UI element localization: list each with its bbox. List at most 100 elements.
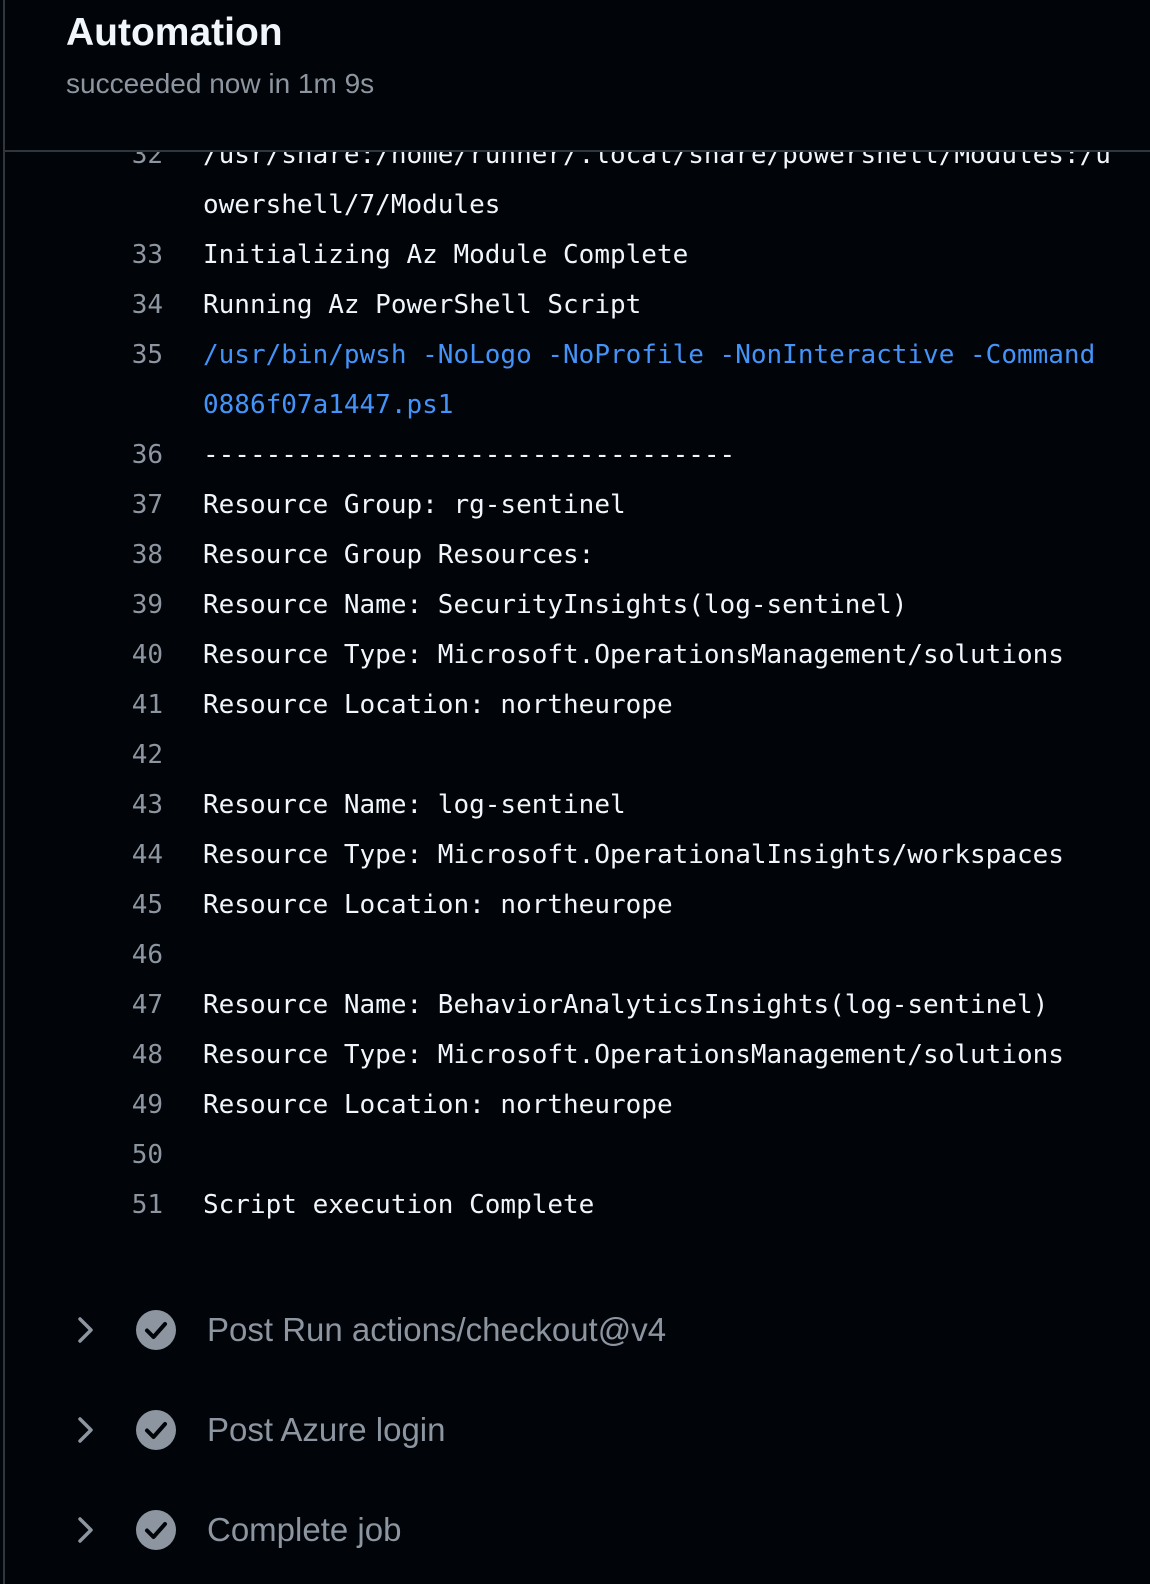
log-text-segment: Initializing Az Module Complete xyxy=(203,240,689,270)
log-text: Running Az PowerShell Script xyxy=(203,280,1148,330)
job-header: Automation succeeded now in 1m 9s xyxy=(5,0,1150,152)
log-text-segment: Resource Type: Microsoft.OperationsManag… xyxy=(203,640,1064,670)
log-command-text: /usr/bin/pwsh -NoLogo -NoProfile -NonInt… xyxy=(203,330,1148,430)
log-text-segment: Resource Name: SecurityInsights(log-sent… xyxy=(203,590,908,620)
log-line: 48 Resource Type: Microsoft.OperationsMan… xyxy=(5,1030,1150,1080)
log-text-segment xyxy=(203,930,1148,980)
log-text-segment: Resource Location: northeurope xyxy=(203,890,673,920)
line-number[interactable]: 51 xyxy=(5,1180,163,1230)
chevron-right-icon[interactable] xyxy=(71,1415,101,1445)
log-text xyxy=(203,930,1148,980)
log-line: 40 Resource Type: Microsoft.OperationsMan… xyxy=(5,630,1150,680)
log-text-segment xyxy=(203,1130,1148,1180)
line-number[interactable]: 46 xyxy=(5,930,163,980)
log-text: Initializing Az Module Complete xyxy=(203,230,1148,280)
log-line: 41 Resource Location: northeurope xyxy=(5,680,1150,730)
line-number[interactable]: 33 xyxy=(5,230,163,280)
line-number[interactable]: 35 xyxy=(5,330,163,380)
log-text: Resource Type: Microsoft.OperationsManag… xyxy=(203,630,1148,680)
log-line: 49 Resource Location: northeurope xyxy=(5,1080,1150,1130)
log-line: 32/usr/share:/home/runner/.local/share/p… xyxy=(5,152,1150,230)
line-number[interactable]: 34 xyxy=(5,280,163,330)
log-line: 45 Resource Location: northeurope xyxy=(5,880,1150,930)
log-text-segment: Resource Location: northeurope xyxy=(203,1090,673,1120)
check-circle-icon xyxy=(136,1510,176,1550)
log-text-segment: /usr/share:/home/runner/.local/share/pow… xyxy=(203,152,1111,170)
log-text-segment: Script execution Complete xyxy=(203,1190,595,1220)
line-number[interactable]: 45 xyxy=(5,880,163,930)
step-label: Post Run actions/checkout@v4 xyxy=(207,1311,667,1348)
log-line: 44 Resource Type: Microsoft.OperationalIn… xyxy=(5,830,1150,880)
log-text-segment: Resource Name: BehaviorAnalyticsInsights… xyxy=(203,990,1049,1020)
log-line: 36 ---------------------------------- xyxy=(5,430,1150,480)
log-line: 33 Initializing Az Module Complete xyxy=(5,230,1150,280)
log-line: 34 Running Az PowerShell Script xyxy=(5,280,1150,330)
step-list: Post Run actions/checkout@v4 Post Azure l… xyxy=(5,1280,1150,1580)
log-text xyxy=(203,1130,1148,1180)
log-text-wrap: owershell/7/Modules xyxy=(203,190,501,220)
chevron-right-icon[interactable] xyxy=(71,1315,101,1345)
line-number[interactable]: 49 xyxy=(5,1080,163,1130)
line-number[interactable]: 43 xyxy=(5,780,163,830)
check-circle-icon xyxy=(136,1410,176,1450)
log-text xyxy=(203,730,1148,780)
log-line: 43 Resource Name: log-sentinel xyxy=(5,780,1150,830)
log-text-segment: /usr/bin/pwsh -NoLogo -NoProfile -NonInt… xyxy=(203,340,1096,370)
log-line: 46 xyxy=(5,930,1150,980)
log-line: 47 Resource Name: BehaviorAnalyticsInsigh… xyxy=(5,980,1150,1030)
line-number[interactable]: 44 xyxy=(5,830,163,880)
log-text-segment: Resource Group: rg-sentinel xyxy=(203,490,626,520)
log-line: 51 Script execution Complete xyxy=(5,1180,1150,1230)
step-label: Complete job xyxy=(207,1511,402,1548)
line-number[interactable]: 41 xyxy=(5,680,163,730)
log-text: Resource Name: BehaviorAnalyticsInsights… xyxy=(203,980,1148,1030)
log-text-segment xyxy=(203,730,1148,780)
log-text: Resource Group Resources: xyxy=(203,530,1148,580)
log-text-segment: Resource Type: Microsoft.OperationsManag… xyxy=(203,1040,1064,1070)
step-row[interactable]: Post Azure login xyxy=(5,1380,1150,1480)
log-text-segment: Resource Group Resources: xyxy=(203,540,595,570)
log-text: Resource Type: Microsoft.OperationalInsi… xyxy=(203,830,1148,880)
line-number[interactable]: 36 xyxy=(5,430,163,480)
step-row[interactable]: Complete job xyxy=(5,1480,1150,1580)
log-text: Resource Location: northeurope xyxy=(203,680,1148,730)
log-text: ---------------------------------- xyxy=(203,430,1148,480)
log-text: Script execution Complete xyxy=(203,1180,1148,1230)
log-text: /usr/share:/home/runner/.local/share/pow… xyxy=(203,152,1148,230)
log-text-segment: Resource Type: Microsoft.OperationalInsi… xyxy=(203,840,1064,870)
log-text-segment: Running Az PowerShell Script xyxy=(203,290,642,320)
log-text: Resource Location: northeurope xyxy=(203,880,1148,930)
line-number[interactable]: 42 xyxy=(5,730,163,780)
job-panel: Automation succeeded now in 1m 9s 32/usr… xyxy=(3,0,1150,1584)
step-log[interactable]: 32/usr/share:/home/runner/.local/share/p… xyxy=(5,152,1150,1252)
line-number[interactable]: 32 xyxy=(5,152,163,180)
log-text-segment: Resource Location: northeurope xyxy=(203,690,673,720)
log-line: 50 xyxy=(5,1130,1150,1180)
line-number[interactable]: 47 xyxy=(5,980,163,1030)
log-line: 38 Resource Group Resources: xyxy=(5,530,1150,580)
log-text: Resource Type: Microsoft.OperationsManag… xyxy=(203,1030,1148,1080)
log-text: Resource Location: northeurope xyxy=(203,1080,1148,1130)
log-lines: 32/usr/share:/home/runner/.local/share/p… xyxy=(5,152,1150,1230)
check-circle-icon xyxy=(136,1310,176,1350)
log-text-segment: Resource Name: log-sentinel xyxy=(203,790,626,820)
log-text: Resource Name: SecurityInsights(log-sent… xyxy=(203,580,1148,630)
line-number[interactable]: 50 xyxy=(5,1130,163,1180)
log-text: Resource Group: rg-sentinel xyxy=(203,480,1148,530)
job-title: Automation xyxy=(66,11,283,54)
log-line: 39 Resource Name: SecurityInsights(log-se… xyxy=(5,580,1150,630)
line-number[interactable]: 37 xyxy=(5,480,163,530)
line-number[interactable]: 40 xyxy=(5,630,163,680)
job-status: succeeded now in 1m 9s xyxy=(66,68,375,99)
step-label: Post Azure login xyxy=(207,1411,446,1448)
step-row[interactable]: Post Run actions/checkout@v4 xyxy=(5,1280,1150,1380)
log-text: Resource Name: log-sentinel xyxy=(203,780,1148,830)
line-number[interactable]: 39 xyxy=(5,580,163,630)
chevron-right-icon[interactable] xyxy=(71,1515,101,1545)
log-line: 42 xyxy=(5,730,1150,780)
log-line: 37 Resource Group: rg-sentinel xyxy=(5,480,1150,530)
line-number[interactable]: 38 xyxy=(5,530,163,580)
log-text-wrap: 0886f07a1447.ps1 xyxy=(203,390,454,420)
line-number[interactable]: 48 xyxy=(5,1030,163,1080)
log-text-segment: ---------------------------------- xyxy=(203,440,736,470)
